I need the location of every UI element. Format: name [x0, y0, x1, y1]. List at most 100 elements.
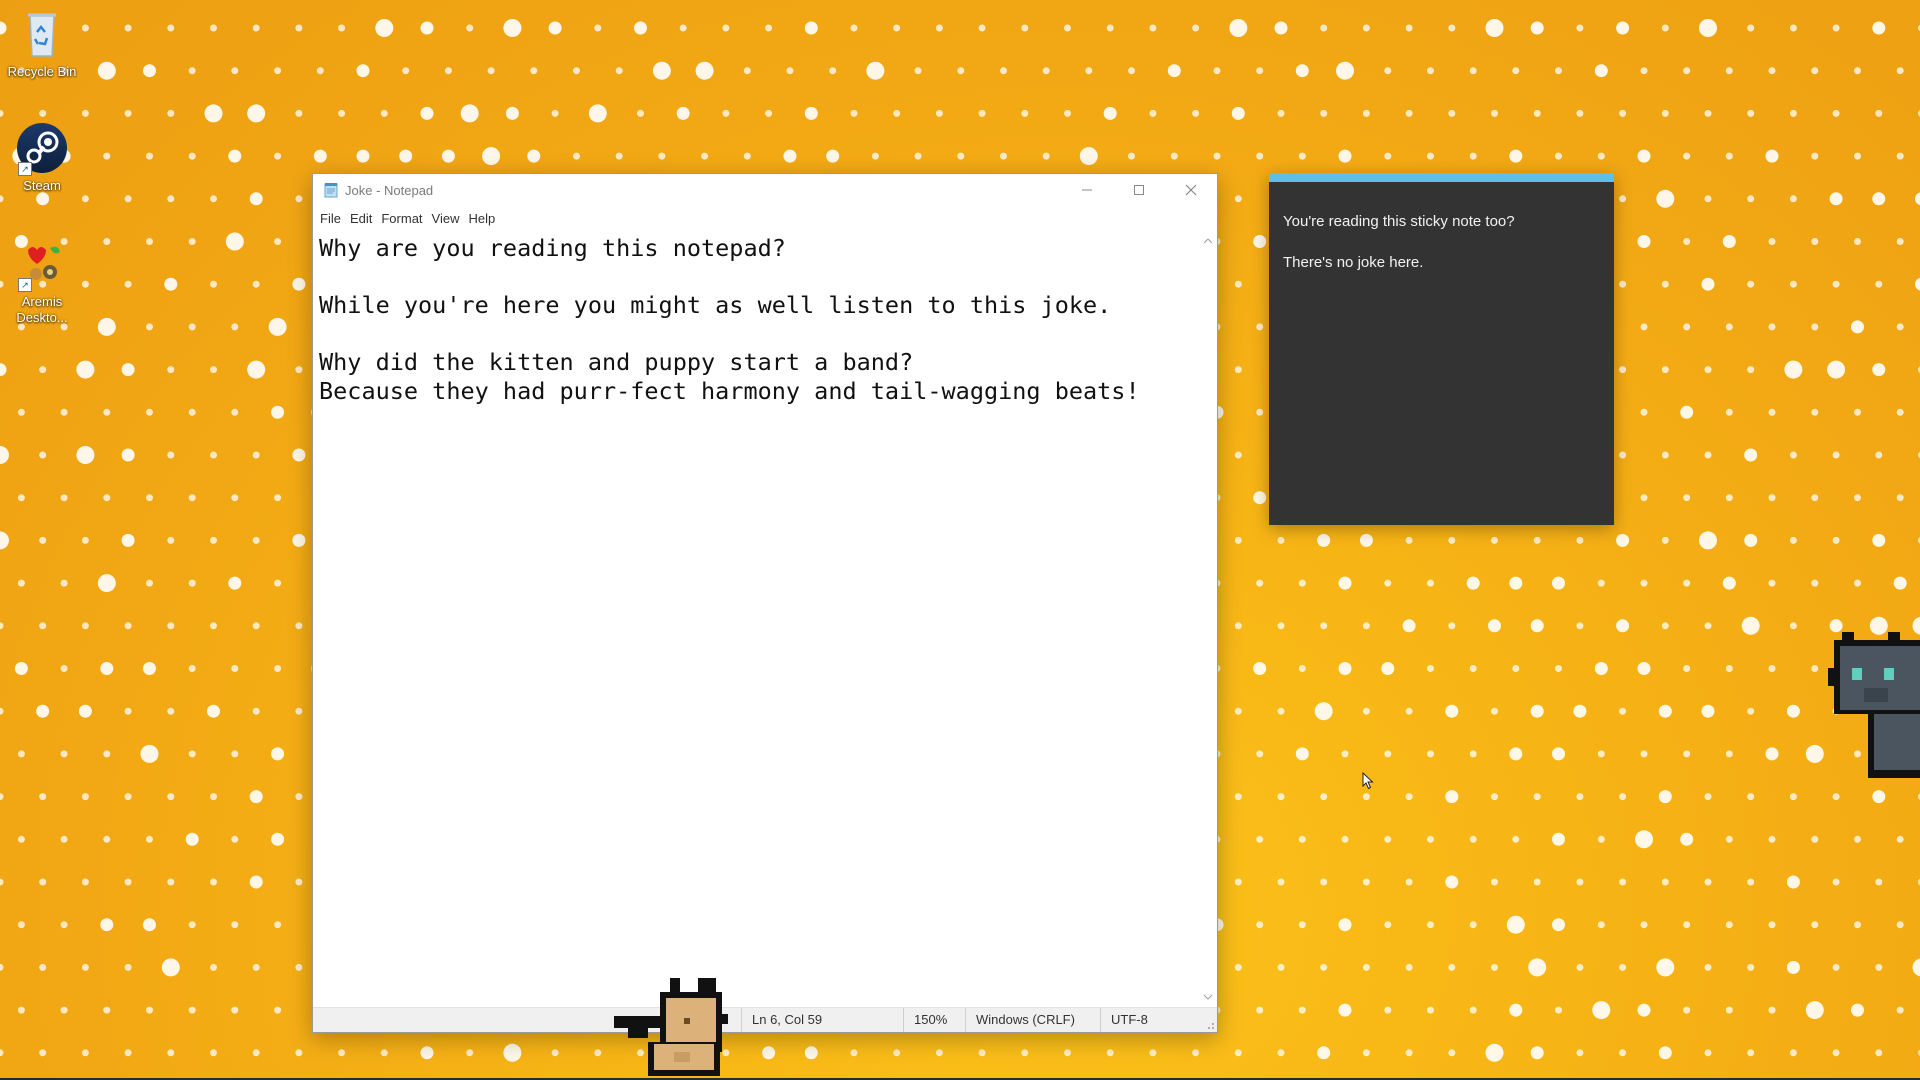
wallpaper-dot [1234, 707, 1242, 715]
wallpaper-dot [1427, 665, 1434, 672]
wallpaper-dot [1811, 67, 1819, 75]
wallpaper-dot [1619, 366, 1627, 374]
desktop-icon-aremis[interactable]: ↗ Aremis Deskto... [0, 236, 84, 326]
wallpaper-dot [1637, 662, 1651, 675]
wallpaper-dot [1811, 921, 1819, 929]
maximize-button[interactable] [1113, 174, 1165, 206]
wallpaper-dot [804, 1046, 818, 1060]
wallpaper-dot [1875, 451, 1883, 459]
wallpaper-dot [871, 152, 879, 160]
wallpaper-dot [121, 533, 135, 547]
resize-grip-icon[interactable] [1205, 1020, 1215, 1030]
wallpaper-dot [1320, 793, 1328, 801]
wallpaper-dot [188, 579, 196, 587]
scroll-down-icon[interactable] [1203, 992, 1213, 1002]
wallpaper-dot [1747, 109, 1755, 117]
wallpaper-dot [271, 405, 285, 419]
wallpaper-dot [17, 579, 25, 587]
wallpaper-dot [124, 109, 132, 117]
wallpaper-dot [1768, 408, 1776, 416]
wallpaper-dot [17, 1006, 25, 1014]
wallpaper-dot [1747, 280, 1755, 288]
text-editor[interactable]: Why are you reading this notepad? While … [313, 230, 1199, 1008]
scroll-up-icon[interactable] [1203, 236, 1213, 246]
wallpaper-dot [268, 317, 287, 336]
wallpaper-dot [188, 323, 196, 331]
wallpaper-dot [1167, 64, 1181, 78]
wallpaper-dot [676, 106, 690, 120]
wallpaper-dot [1317, 533, 1331, 547]
wallpaper-dot [1661, 622, 1669, 630]
wallpaper-dot [124, 878, 132, 886]
wallpaper-dot [1427, 835, 1434, 843]
wallpaper-dot [1234, 195, 1242, 203]
wallpaper-dot [1064, 109, 1071, 117]
menu-file[interactable]: File [317, 211, 347, 226]
wallpaper-dot [121, 363, 135, 377]
desktop-icon-steam[interactable]: ↗ Steam [0, 120, 84, 194]
wallpaper-dot [1256, 921, 1264, 929]
sticky-note-header[interactable] [1269, 173, 1614, 182]
wallpaper-dot [1320, 878, 1328, 886]
wallpaper-dot [1381, 662, 1395, 675]
wallpaper-dot [103, 152, 111, 160]
wallpaper-dot [146, 835, 153, 843]
wallpaper-dot [1661, 280, 1669, 288]
title-bar[interactable]: Joke - Notepad [313, 174, 1217, 206]
editor-content[interactable]: Why are you reading this notepad? While … [313, 230, 1199, 409]
wallpaper-dot [1661, 878, 1669, 886]
wallpaper-dot [210, 24, 217, 32]
wallpaper-dot [249, 790, 263, 804]
sticky-note-body[interactable]: You're reading this sticky note too? The… [1269, 182, 1614, 273]
wallpaper-dot [1768, 579, 1776, 587]
wallpaper-dot [1875, 963, 1883, 971]
menu-edit[interactable]: Edit [347, 211, 378, 226]
wallpaper-dot [1747, 24, 1755, 32]
vertical-scrollbar[interactable] [1199, 230, 1217, 1008]
menu-format[interactable]: Format [378, 211, 428, 226]
close-button[interactable] [1165, 174, 1217, 206]
wallpaper-dot [1427, 579, 1434, 587]
wallpaper-dot [1555, 67, 1562, 75]
wallpaper-dot [188, 665, 196, 672]
wallpaper-dot [957, 67, 965, 75]
wallpaper-dot [1704, 793, 1712, 801]
wallpaper-dot [81, 109, 89, 117]
wallpaper-dot [1320, 963, 1328, 971]
menu-view[interactable]: View [429, 211, 466, 226]
wallpaper-dot [1320, 622, 1328, 630]
wallpaper-dot [1768, 494, 1776, 502]
notepad-window[interactable]: Joke - Notepad File Edit Format View Hel… [312, 173, 1218, 1033]
wallpaper-dot [615, 67, 623, 75]
wallpaper-dot [1469, 665, 1477, 672]
wallpaper-dot [167, 195, 175, 203]
wallpaper-dot [1555, 1006, 1562, 1014]
desktop-icon-recycle-bin[interactable]: Recycle Bin [0, 6, 84, 80]
desktop-icon-label: Aremis Deskto... [16, 294, 68, 325]
wallpaper-dot [1384, 67, 1392, 75]
wallpaper-dot [1338, 662, 1352, 675]
minimize-button[interactable] [1061, 174, 1113, 206]
wallpaper-dot [188, 238, 196, 245]
wallpaper-dot [1640, 408, 1648, 416]
wallpaper-dot [1021, 24, 1029, 32]
sticky-note[interactable]: You're reading this sticky note too? The… [1269, 173, 1614, 525]
wallpaper-dot [1597, 921, 1605, 929]
wallpaper-dot [1192, 1049, 1200, 1057]
pixel-cat-tan-icon[interactable] [614, 978, 752, 1080]
wallpaper-dot [505, 106, 519, 120]
wallpaper-dot [292, 277, 306, 291]
wallpaper-dot [188, 921, 196, 929]
wallpaper-dot [1635, 830, 1653, 849]
minimize-icon [1082, 189, 1092, 191]
wallpaper-dot [1704, 963, 1712, 971]
wallpaper-dot [60, 1006, 68, 1014]
wallpaper-dot [1298, 921, 1306, 929]
wallpaper-dot [210, 451, 217, 459]
wallpaper-dot [1597, 750, 1605, 758]
menu-help[interactable]: Help [465, 211, 501, 226]
wallpaper-dot [1362, 24, 1370, 32]
wallpaper-dot [210, 195, 217, 203]
pixel-cat-gray-icon[interactable] [1828, 632, 1920, 778]
wallpaper-dot [743, 152, 751, 160]
